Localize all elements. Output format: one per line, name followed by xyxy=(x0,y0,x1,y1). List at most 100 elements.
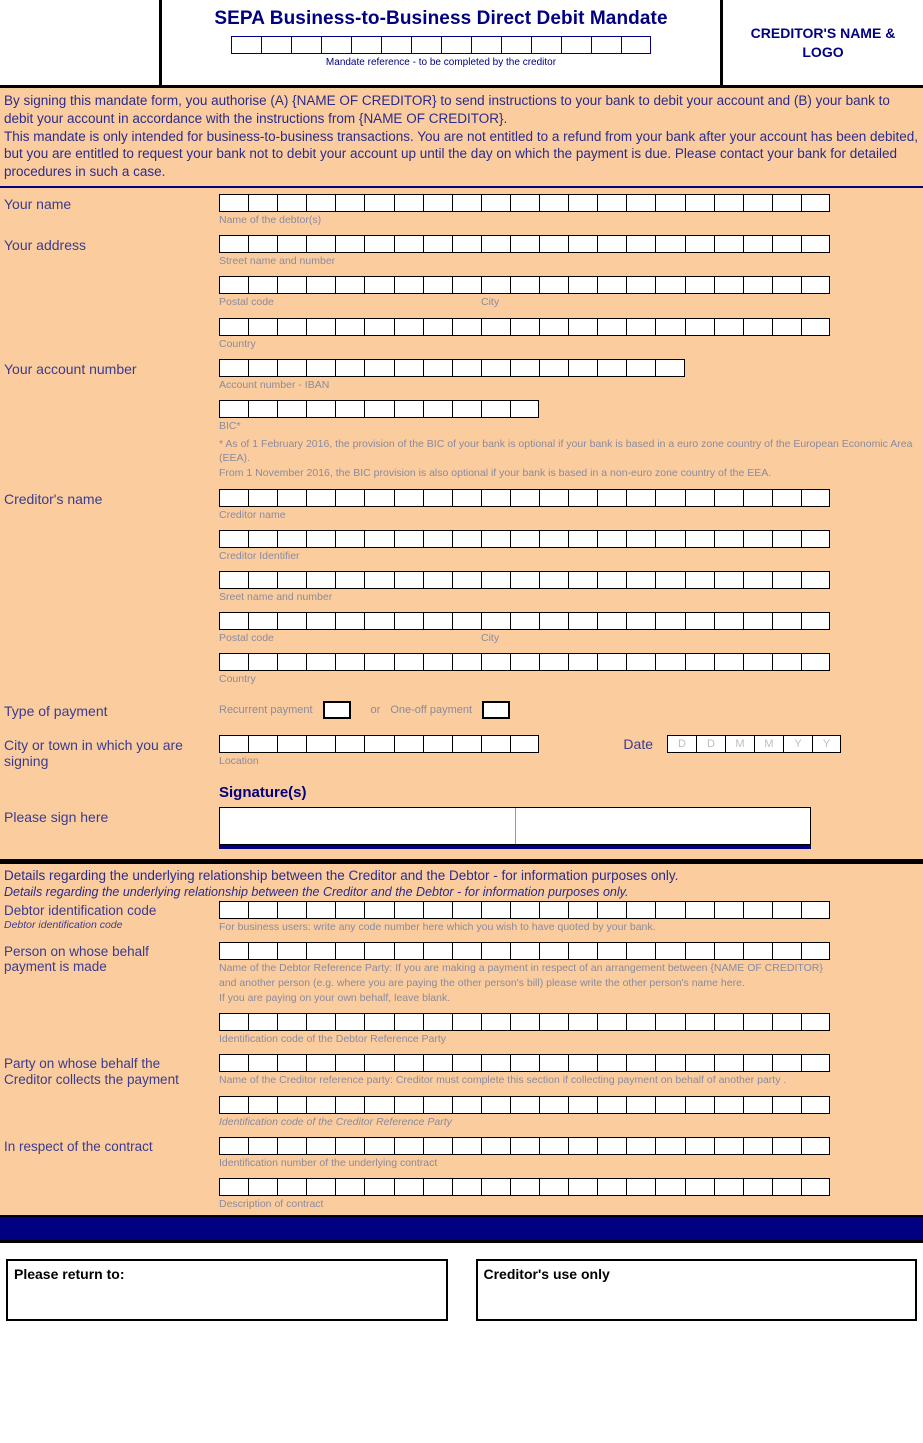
char-box[interactable] xyxy=(626,570,656,589)
char-box[interactable] xyxy=(277,1095,307,1114)
char-box[interactable] xyxy=(568,194,598,213)
char-box[interactable] xyxy=(539,570,569,589)
char-box[interactable] xyxy=(248,317,278,336)
char-box[interactable] xyxy=(539,1177,569,1196)
char-box[interactable] xyxy=(591,36,621,54)
char-box[interactable] xyxy=(364,653,394,672)
char-box[interactable] xyxy=(393,1095,423,1114)
char-box[interactable] xyxy=(364,1054,394,1073)
char-box[interactable] xyxy=(219,1054,249,1073)
char-box[interactable] xyxy=(509,653,540,672)
char-box[interactable] xyxy=(364,399,394,418)
char-box[interactable] xyxy=(539,653,569,672)
char-box[interactable] xyxy=(422,399,452,418)
char-box[interactable] xyxy=(306,1177,336,1196)
char-box[interactable] xyxy=(422,1095,452,1114)
char-box[interactable] xyxy=(480,276,510,295)
char-box[interactable] xyxy=(800,900,830,919)
char-box[interactable] xyxy=(742,529,772,548)
char-box[interactable] xyxy=(539,235,569,254)
char-box[interactable] xyxy=(480,358,510,377)
char-box[interactable] xyxy=(771,653,801,672)
char-box[interactable] xyxy=(335,1095,365,1114)
char-box[interactable] xyxy=(364,358,394,377)
char-box[interactable] xyxy=(626,1013,656,1032)
char-box[interactable] xyxy=(742,317,772,336)
char-box[interactable] xyxy=(800,235,830,254)
input-creditor-street[interactable] xyxy=(219,570,919,589)
char-box[interactable] xyxy=(321,36,351,54)
char-box[interactable] xyxy=(393,570,423,589)
char-box[interactable] xyxy=(248,1136,278,1155)
char-box[interactable] xyxy=(771,529,801,548)
char-box[interactable] xyxy=(509,941,540,960)
char-box[interactable] xyxy=(364,900,394,919)
char-box[interactable] xyxy=(800,529,830,548)
input-signing-location[interactable] xyxy=(219,734,540,753)
char-box[interactable] xyxy=(277,1054,307,1073)
char-box[interactable] xyxy=(335,358,365,377)
char-box[interactable] xyxy=(393,941,423,960)
input-account-bic[interactable] xyxy=(219,399,919,418)
char-box[interactable] xyxy=(509,612,540,631)
char-box[interactable] xyxy=(451,1177,481,1196)
char-box[interactable] xyxy=(626,194,656,213)
char-box[interactable] xyxy=(684,653,714,672)
char-box[interactable] xyxy=(509,488,540,507)
char-box[interactable] xyxy=(626,612,656,631)
char-box[interactable] xyxy=(422,570,452,589)
char-box[interactable] xyxy=(771,612,801,631)
char-box[interactable] xyxy=(248,529,278,548)
input-creditor-reference-party-name[interactable] xyxy=(219,1054,919,1073)
char-box[interactable] xyxy=(655,194,685,213)
signature-box[interactable] xyxy=(219,806,811,845)
char-box[interactable] xyxy=(597,1095,627,1114)
char-box[interactable] xyxy=(219,734,249,753)
char-box[interactable] xyxy=(655,1136,685,1155)
char-box[interactable] xyxy=(277,488,307,507)
char-box[interactable] xyxy=(684,1054,714,1073)
char-box[interactable] xyxy=(684,194,714,213)
char-box[interactable] xyxy=(655,570,685,589)
char-box[interactable] xyxy=(626,529,656,548)
char-box[interactable] xyxy=(742,488,772,507)
input-contract-description[interactable] xyxy=(219,1177,919,1196)
char-box[interactable] xyxy=(480,1095,510,1114)
input-debtor-identification-code[interactable] xyxy=(219,900,919,919)
input-address-country[interactable] xyxy=(219,317,919,336)
char-box[interactable] xyxy=(364,1136,394,1155)
char-box[interactable] xyxy=(393,653,423,672)
char-box[interactable] xyxy=(626,276,656,295)
char-box[interactable] xyxy=(422,276,452,295)
date-char-box[interactable]: M xyxy=(754,734,783,753)
char-box[interactable] xyxy=(306,235,336,254)
char-box[interactable] xyxy=(306,317,336,336)
char-box[interactable] xyxy=(393,1054,423,1073)
char-box[interactable] xyxy=(597,488,627,507)
char-box[interactable] xyxy=(655,1095,685,1114)
char-box[interactable] xyxy=(713,941,743,960)
char-box[interactable] xyxy=(306,900,336,919)
char-box[interactable] xyxy=(277,570,307,589)
char-box[interactable] xyxy=(277,358,307,377)
char-box[interactable] xyxy=(364,1013,394,1032)
char-box[interactable] xyxy=(742,235,772,254)
char-box[interactable] xyxy=(539,194,569,213)
char-box[interactable] xyxy=(713,1095,743,1114)
char-box[interactable] xyxy=(219,488,249,507)
char-box[interactable] xyxy=(335,317,365,336)
char-box[interactable] xyxy=(539,1054,569,1073)
char-box[interactable] xyxy=(422,235,452,254)
char-box[interactable] xyxy=(713,1136,743,1155)
char-box[interactable] xyxy=(277,900,307,919)
char-box[interactable] xyxy=(451,941,481,960)
char-box[interactable] xyxy=(364,529,394,548)
date-char-box[interactable]: D xyxy=(667,734,696,753)
char-box[interactable] xyxy=(539,317,569,336)
char-box[interactable] xyxy=(219,358,249,377)
char-box[interactable] xyxy=(800,488,830,507)
char-box[interactable] xyxy=(626,235,656,254)
char-box[interactable] xyxy=(771,900,801,919)
checkbox-oneoff-payment[interactable] xyxy=(482,701,511,720)
char-box[interactable] xyxy=(219,570,249,589)
